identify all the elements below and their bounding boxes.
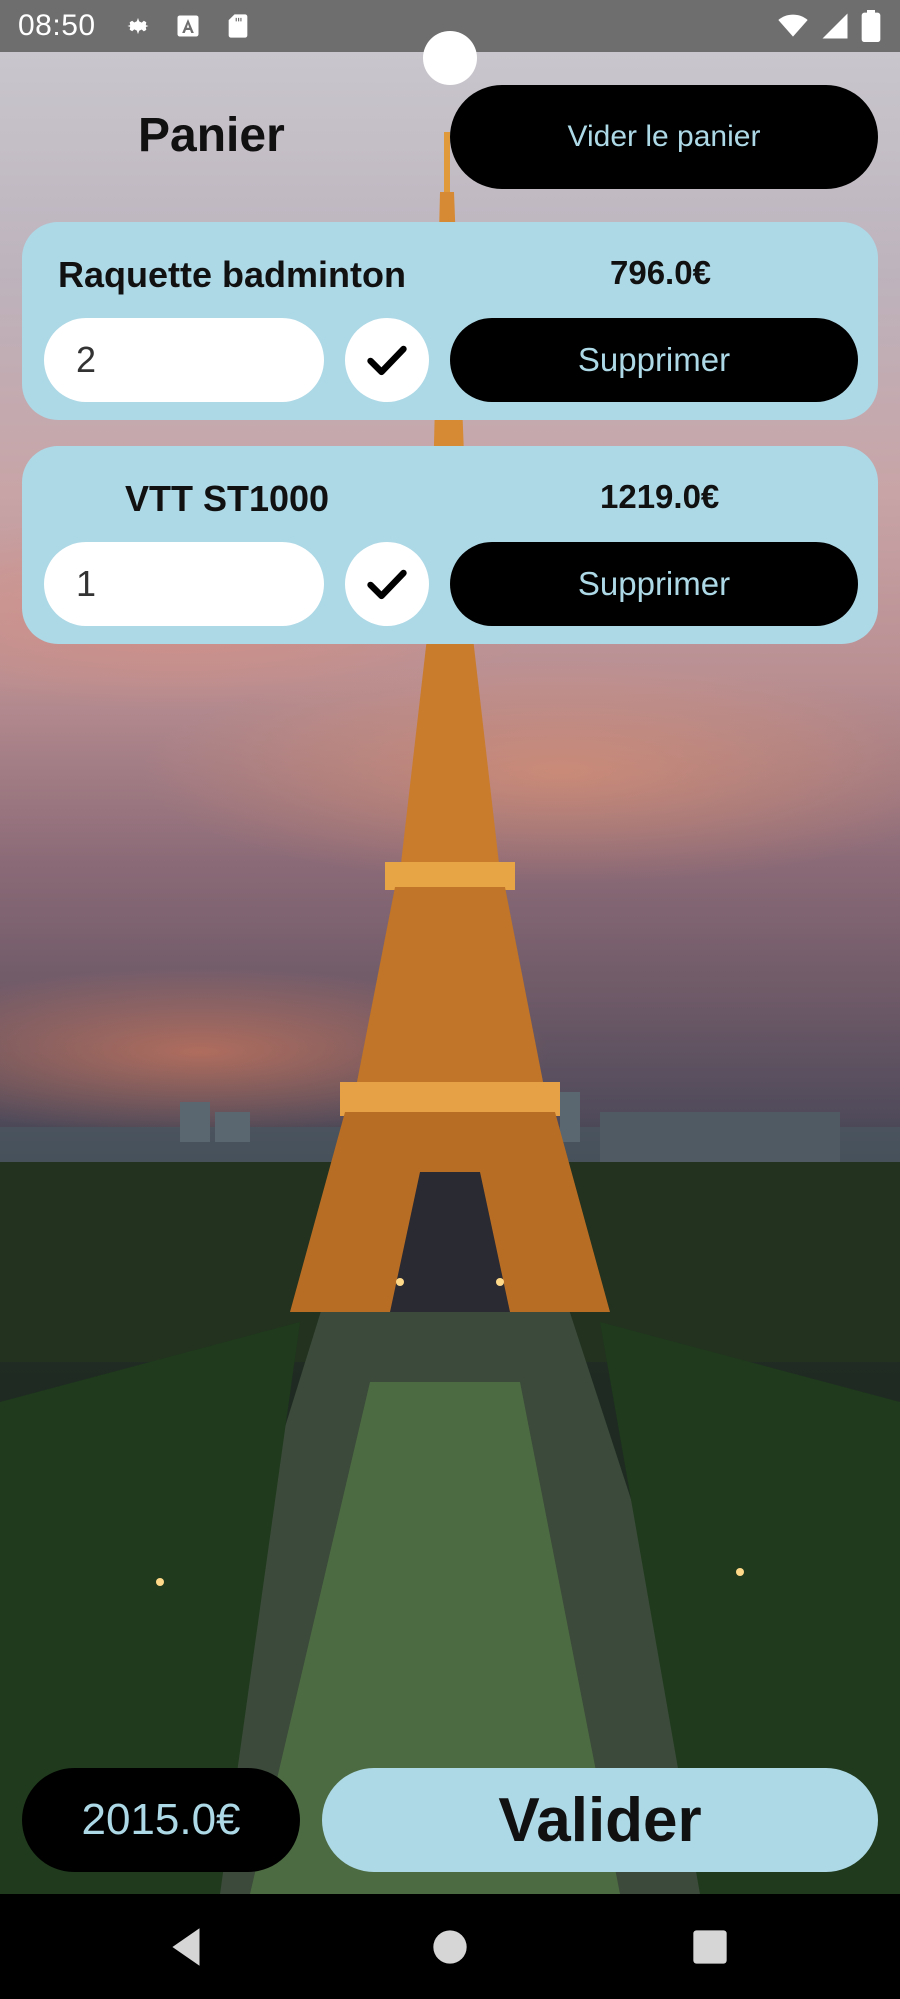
navigation-bar [0, 1894, 900, 1999]
quantity-input[interactable] [44, 542, 324, 626]
cart-item: Raquette badminton 796.0€ Supprimer [22, 222, 878, 420]
status-icons-right [776, 10, 882, 42]
accessibility-a-icon [177, 15, 199, 37]
wifi-icon [778, 14, 808, 37]
item-price: 1219.0€ [600, 478, 720, 515]
cart-item: VTT ST1000 1219.0€ Supprimer [22, 446, 878, 644]
status-time: 08:50 [18, 9, 96, 42]
confirm-quantity-button[interactable] [345, 318, 429, 402]
confirm-quantity-button[interactable] [345, 542, 429, 626]
cart-total: 2015.0€ [22, 1768, 300, 1872]
quantity-input[interactable] [44, 318, 324, 402]
validate-button[interactable]: Valider [322, 1768, 878, 1872]
item-name: Raquette badminton [58, 254, 406, 295]
back-icon[interactable] [162, 1922, 212, 1972]
battery-icon [861, 10, 881, 42]
page-title: Panier [138, 109, 285, 162]
sd-card-icon [228, 14, 247, 38]
recents-icon[interactable] [685, 1922, 735, 1972]
checkmark-icon [367, 569, 407, 600]
item-price: 796.0€ [610, 254, 711, 291]
item-name: VTT ST1000 [125, 478, 330, 519]
checkmark-icon [367, 345, 407, 376]
delete-item-button[interactable]: Supprimer [450, 318, 858, 402]
settings-icon [127, 17, 149, 35]
cell-signal-icon [822, 13, 848, 39]
app-screen: 08:50 Panier Vider le panier Raquette ba… [0, 0, 900, 1999]
delete-item-button[interactable]: Supprimer [450, 542, 858, 626]
camera-cutout [423, 31, 477, 85]
home-icon[interactable] [425, 1922, 475, 1972]
status-icons-left [124, 12, 252, 40]
empty-cart-button[interactable]: Vider le panier [450, 85, 878, 189]
